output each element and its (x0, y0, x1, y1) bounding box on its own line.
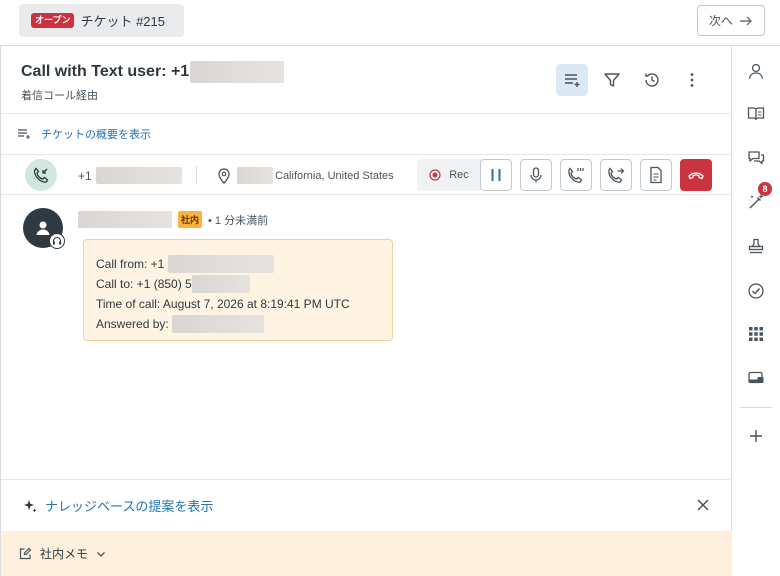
chevron-down-icon (97, 551, 105, 557)
chat-bubbles-icon (748, 151, 765, 165)
answered-by-line: Answered by: (96, 314, 380, 334)
call-to-text: Call to: +1 (850) 5 (96, 277, 192, 291)
ticket-header: Call with Text user: +1 着信コール経由 (1, 46, 732, 114)
summary-toggle-button[interactable] (556, 64, 588, 96)
hold-button[interactable] (480, 159, 512, 191)
redacted-phone (168, 255, 275, 273)
redacted-city (237, 167, 273, 184)
approval-button[interactable] (744, 234, 768, 258)
notification-badge: 8 (758, 182, 772, 196)
more-vertical-icon (690, 73, 694, 87)
record-icon (429, 169, 441, 181)
call-notes-button[interactable] (640, 159, 672, 191)
microphone-icon (530, 167, 542, 183)
arrow-right-icon (740, 16, 752, 25)
location-pin-icon (218, 167, 230, 184)
phone-transfer-icon (608, 167, 625, 183)
call-to-line: Call to: +1 (850) 5 (96, 274, 380, 294)
user-icon (36, 221, 50, 235)
record-label: Rec (449, 169, 469, 181)
call-controls-bar: +1 California, United States Rec (1, 155, 732, 195)
ticket-channel: 着信コール経由 (21, 90, 98, 102)
edit-note-icon (19, 547, 32, 560)
phone-hangup-icon (688, 172, 704, 180)
next-button-label: 次へ (708, 14, 733, 28)
ticket-title: Call with Text user: +1 (21, 61, 285, 83)
customer-context-button[interactable] (744, 59, 768, 83)
message-time: • 1 分未満前 (208, 214, 269, 227)
grid-icon (749, 327, 763, 341)
time-of-call-line: Time of call: August 7, 2026 at 8:19:41 … (96, 294, 380, 314)
call-from-text: Call from: +1 (96, 257, 165, 271)
list-sparkle-icon (565, 74, 580, 87)
ticket-title-text: Call with Text user: +1 (21, 63, 190, 80)
headset-icon (49, 233, 65, 249)
redacted-phone (190, 61, 285, 83)
caller-number-prefix: +1 (78, 168, 92, 183)
plus-icon (750, 430, 762, 442)
call-from-line: Call from: +1 (96, 254, 380, 274)
hang-up-button[interactable] (680, 159, 712, 191)
document-icon (650, 166, 662, 184)
dialpad-call-button[interactable] (560, 159, 592, 191)
check-circle-icon (748, 283, 764, 299)
internal-note-label: 社内メモ (40, 547, 89, 561)
phone-incoming-icon (33, 167, 49, 183)
record-button[interactable]: Rec (417, 159, 481, 191)
mute-button[interactable] (520, 159, 552, 191)
next-button[interactable]: 次へ (697, 5, 765, 36)
filter-icon (604, 73, 620, 87)
ticket-panel: Call with Text user: +1 着信コール経由 チケットの概要を… (0, 46, 732, 576)
knowledge-button[interactable] (744, 102, 768, 126)
redacted-agent-name (78, 211, 172, 228)
history-icon (645, 73, 659, 87)
list-sparkle-icon (18, 129, 30, 139)
close-icon[interactable] (696, 498, 710, 512)
divider (740, 407, 772, 408)
add-app-button[interactable] (744, 424, 768, 448)
redacted-phone (191, 275, 250, 293)
phone-dtmf-icon (568, 167, 584, 183)
caller-location: California, United States (217, 167, 394, 184)
status-badge: オープン (31, 13, 75, 28)
filter-button[interactable] (596, 64, 628, 96)
right-sidebar: 8 (732, 46, 780, 576)
more-options-button[interactable] (676, 64, 708, 96)
call-details-note: Call from: +1 Call to: +1 (850) 5 Time o… (83, 239, 393, 341)
replies-button[interactable] (744, 146, 768, 170)
redacted-phone (95, 167, 182, 184)
redacted-agent-name (171, 315, 264, 333)
stamp-icon (748, 238, 764, 254)
internal-tag: 社内 (178, 211, 203, 228)
pause-icon (491, 169, 501, 181)
marketplace-app-button[interactable] (744, 366, 768, 390)
sparkle-icon (24, 499, 37, 512)
user-icon (748, 63, 764, 79)
book-icon (747, 107, 765, 121)
internal-note-selector[interactable]: 社内メモ (1, 531, 732, 576)
summary-row[interactable]: チケットの概要を表示 (1, 114, 732, 155)
time-of-call-text: Time of call: August 7, 2026 at 8:19:41 … (96, 297, 350, 311)
message-meta: 社内 • 1 分未満前 (78, 211, 268, 228)
ticket-tab[interactable]: オープン チケット #215 (19, 4, 184, 37)
top-bar: オープン チケット #215 次へ (0, 0, 780, 46)
divider (196, 166, 197, 184)
apps-grid-button[interactable] (744, 322, 768, 346)
header-actions (556, 64, 708, 96)
view-summary-link[interactable]: チケットの概要を表示 (41, 126, 151, 142)
location-text: California, United States (275, 169, 394, 182)
transfer-call-button[interactable] (600, 159, 632, 191)
history-button[interactable] (636, 64, 668, 96)
caller-number: +1 (78, 167, 182, 184)
call-status-avatar (25, 159, 57, 191)
conversation-area: 社内 • 1 分未満前 Call from: +1 Call to: +1 (8… (1, 195, 732, 479)
ticket-tab-title: チケット #215 (80, 14, 166, 29)
knowledge-suggestions-row: ナレッジベースの提案を表示 (1, 479, 732, 531)
show-knowledge-suggestions-link[interactable]: ナレッジベースの提案を表示 (45, 496, 213, 515)
tasks-button[interactable] (744, 279, 768, 303)
app-window-icon (748, 371, 764, 384)
answered-by-text: Answered by: (96, 317, 169, 331)
